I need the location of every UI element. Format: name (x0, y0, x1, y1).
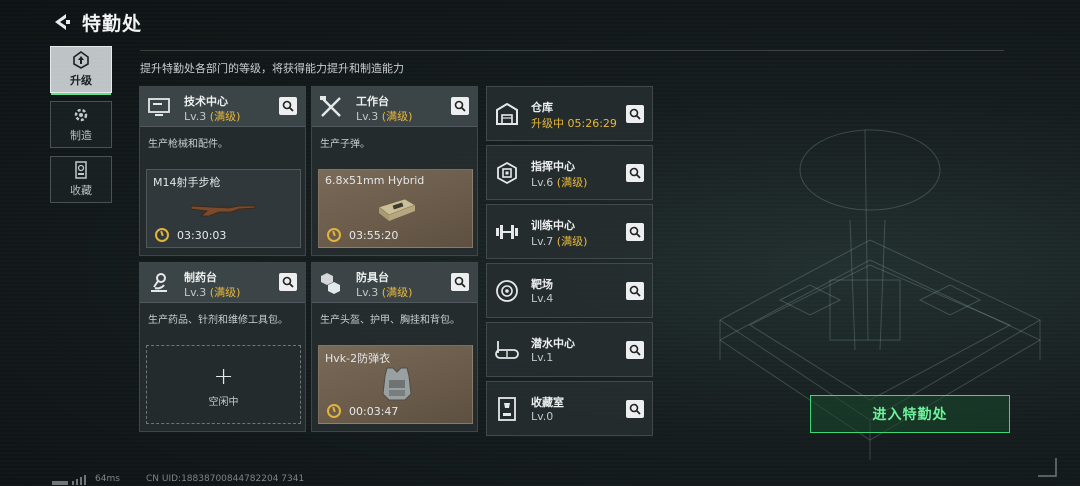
body-armor-image (382, 367, 412, 401)
facility-card-armor-bench[interactable]: 防具台 Lv.3 (满级) 生产头盔、护甲、胸挂和背包。 Hvk-2防弹衣 00… (311, 262, 478, 432)
search-icon[interactable] (626, 223, 644, 241)
card-level: Lv.3 (满级) (356, 286, 413, 299)
card-level: Lv.0 (531, 410, 554, 423)
card-header: 制药台 Lv.3 (满级) (140, 263, 305, 303)
idle-label: 空闲中 (208, 397, 239, 408)
target-icon (496, 280, 518, 302)
search-icon[interactable] (626, 341, 644, 359)
page-subtitle: 提升特勤处各部门的等级，将获得能力提升和制造能力 (140, 62, 404, 75)
production-slot[interactable]: 6.8x51mm Hybrid 03:55:20 (318, 169, 473, 248)
nav-label-craft: 制造 (70, 129, 92, 142)
search-icon[interactable] (626, 105, 644, 123)
facility-card-warehouse[interactable]: 仓库 升级中 05:26:29 (486, 86, 653, 141)
nav-tab-craft[interactable]: 制造 (50, 101, 112, 148)
diving-mask-icon (495, 341, 519, 359)
slot-timer: 03:30:03 (177, 229, 227, 242)
facility-card-tech-center[interactable]: 技术中心 Lv.3 (满级) 生产枪械和配件。 M14射手步枪 03:30:03 (139, 86, 306, 256)
card-description: 生产枪械和配件。 (148, 139, 228, 150)
production-slot[interactable]: Hvk-2防弹衣 00:03:47 (318, 345, 473, 424)
facility-card-workbench[interactable]: 工作台 Lv.3 (满级) 生产子弹。 6.8x51mm Hybrid 03:5… (311, 86, 478, 256)
card-description: 生产子弹。 (320, 139, 370, 150)
production-slot[interactable]: M14射手步枪 03:30:03 (146, 169, 301, 248)
search-icon[interactable] (451, 97, 469, 115)
upgrade-icon (73, 51, 89, 69)
back-arrow-icon[interactable] (50, 11, 72, 33)
nav-tab-upgrade[interactable]: 升级 (50, 46, 112, 95)
chip-icon (497, 161, 517, 185)
ammo-box-image (378, 198, 416, 221)
timer-icon (327, 404, 341, 418)
facility-card-pharmacy[interactable]: 制药台 Lv.3 (满级) 生产药品、针剂和维修工具包。 + 空闲中 (139, 262, 306, 432)
plus-icon: + (213, 362, 234, 390)
nav-label-upgrade: 升级 (70, 74, 92, 87)
card-name: 工作台 (356, 95, 389, 108)
slot-timer: 03:55:20 (349, 229, 399, 242)
card-level: Lv.3 (满级) (184, 110, 241, 123)
user-uid: CN UID:18838700844782204 7341 (146, 474, 305, 484)
search-icon[interactable] (451, 273, 469, 291)
card-level: Lv.3 (满级) (184, 286, 241, 299)
card-header: 工作台 Lv.3 (满级) (312, 87, 477, 127)
search-icon[interactable] (626, 400, 644, 418)
timer-icon (155, 228, 169, 242)
slot-item-name: M14射手步枪 (153, 176, 221, 189)
armor-boxes-icon (321, 273, 340, 294)
warehouse-icon (496, 102, 518, 125)
tools-icon (320, 96, 341, 117)
signal-bars-icon (52, 475, 86, 485)
card-level: Lv.7 (满级) (531, 235, 588, 248)
slot-item-name: 6.8x51mm Hybrid (325, 174, 425, 187)
card-name: 靶场 (531, 278, 553, 291)
search-icon[interactable] (626, 164, 644, 182)
empty-production-slot[interactable]: + 空闲中 (146, 345, 301, 424)
card-level: Lv.6 (满级) (531, 176, 588, 189)
collection-icon (75, 161, 87, 179)
card-name: 指挥中心 (531, 160, 575, 173)
search-icon[interactable] (626, 282, 644, 300)
header-divider (140, 50, 1004, 51)
card-name: 潜水中心 (531, 337, 575, 350)
card-level: Lv.4 (531, 292, 554, 305)
enter-special-ops-button[interactable]: 进入特勤处 (810, 395, 1010, 433)
card-description: 生产头盔、护甲、胸挂和背包。 (320, 315, 460, 326)
microscope-icon (151, 273, 167, 292)
card-level: Lv.1 (531, 351, 554, 364)
slot-timer: 00:03:47 (349, 405, 399, 418)
nav-label-collect: 收藏 (70, 184, 92, 197)
card-name: 防具台 (356, 271, 389, 284)
card-description: 生产药品、针剂和维修工具包。 (148, 315, 288, 326)
card-name: 仓库 (531, 101, 553, 114)
corner-bracket-icon (1038, 458, 1057, 477)
timer-icon (327, 228, 341, 242)
rifle-image (190, 205, 256, 217)
computer-icon (148, 98, 170, 116)
facility-card-shooting-range[interactable]: 靶场 Lv.4 (486, 263, 653, 318)
upgrade-status: 升级中 05:26:29 (531, 117, 617, 130)
page-title: 特勤处 (82, 13, 143, 35)
card-name: 收藏室 (531, 396, 564, 409)
trophy-case-icon (498, 397, 516, 421)
card-name: 训练中心 (531, 219, 575, 232)
ping-readout: 64ms (95, 474, 120, 484)
search-icon[interactable] (279, 273, 297, 291)
card-level: Lv.3 (满级) (356, 110, 413, 123)
facility-card-command-center[interactable]: 指挥中心 Lv.6 (满级) (486, 145, 653, 200)
facility-card-diving-center[interactable]: 潜水中心 Lv.1 (486, 322, 653, 377)
facility-card-collection-room[interactable]: 收藏室 Lv.0 (486, 381, 653, 436)
gear-icon (74, 108, 88, 122)
card-name: 制药台 (184, 271, 217, 284)
card-name: 技术中心 (184, 95, 228, 108)
card-header: 防具台 Lv.3 (满级) (312, 263, 477, 303)
dumbbell-icon (496, 225, 518, 239)
facility-card-training-center[interactable]: 训练中心 Lv.7 (满级) (486, 204, 653, 259)
search-icon[interactable] (279, 97, 297, 115)
card-header: 技术中心 Lv.3 (满级) (140, 87, 305, 127)
nav-tab-collect[interactable]: 收藏 (50, 156, 112, 203)
